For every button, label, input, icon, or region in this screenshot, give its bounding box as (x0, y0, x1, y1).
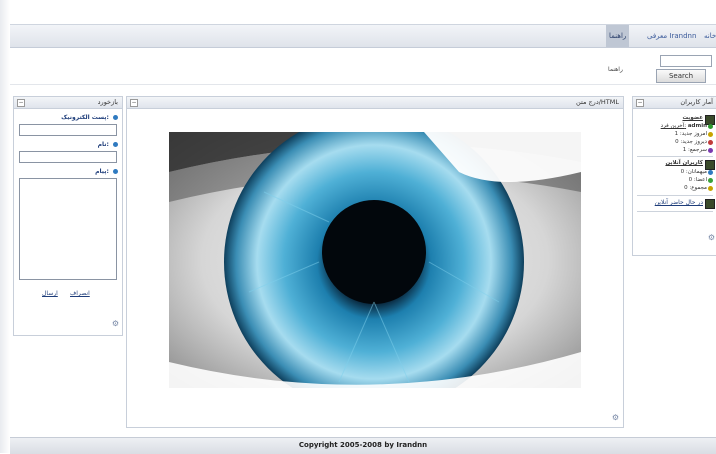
total-users: سرجمع: 1 (682, 147, 707, 153)
section-label: راهنما (608, 66, 623, 73)
user-icon (708, 124, 713, 129)
settings-icon[interactable]: ⚙ (112, 319, 119, 328)
settings-icon[interactable]: ⚙ (708, 233, 715, 242)
user-stats-panel: آمار کاربران − عضویت آخرین فرد: admin ام… (632, 96, 716, 256)
online-now-link[interactable]: در حال حاضر آنلاین (655, 199, 703, 206)
sum-icon (708, 186, 713, 191)
eye-image (169, 132, 581, 388)
panel-title: بازخورد (97, 98, 118, 106)
message-label-text: پیام: (95, 168, 109, 175)
members-heading: عضویت (682, 115, 703, 121)
today-new: امروز جدید: 1 (674, 131, 707, 137)
info-icon (113, 169, 118, 174)
nav-item-help[interactable]: راهنما (606, 25, 630, 47)
page-left-shadow (0, 0, 10, 453)
panel-header: بازخورد − (14, 97, 122, 109)
name-field[interactable] (19, 151, 117, 163)
yesterday-icon (708, 140, 713, 145)
online-now-icon (705, 199, 715, 209)
divider (637, 211, 713, 212)
collapse-icon[interactable]: − (636, 99, 644, 107)
info-icon (113, 142, 118, 147)
sum-count: مجموع: 0 (684, 185, 707, 191)
message-textarea[interactable] (19, 178, 117, 280)
last-user-label: آخرین فرد: (660, 123, 687, 129)
copyright-text: Copyright 2005-2008 by Irandnn (298, 441, 428, 449)
search-input[interactable] (660, 55, 712, 67)
email-label-text: پست الکترونیک: (61, 114, 109, 121)
visitors-count: میهمانان: 0 (680, 169, 707, 175)
members-count: اعضا: 0 (688, 177, 707, 183)
collapse-icon[interactable]: − (17, 99, 25, 107)
nav-item-about[interactable]: معرفی Irandnn (647, 25, 696, 47)
feedback-panel: بازخورد − پست الکترونیک: نام: پیام: ارسا… (13, 96, 123, 336)
settings-icon[interactable]: ⚙ (612, 413, 619, 422)
search-button[interactable]: Search (656, 69, 706, 83)
members-count-icon (708, 178, 713, 183)
panel-header: آمار کاربران − (633, 97, 716, 109)
email-label: پست الکترونیک: (61, 114, 118, 121)
info-icon (113, 115, 118, 120)
divider (637, 195, 713, 196)
panel-title: درج متن/HTML (576, 98, 619, 106)
footer: Copyright 2005-2008 by Irandnn (10, 437, 716, 454)
last-user-value[interactable]: admin (688, 123, 707, 129)
top-strip (0, 0, 716, 13)
online-heading: کاربران آنلاین (665, 160, 703, 166)
divider (637, 156, 713, 157)
clear-link[interactable]: انصراف (70, 290, 90, 297)
collapse-icon[interactable]: − (130, 99, 138, 107)
today-icon (708, 132, 713, 137)
name-label-text: نام: (97, 141, 109, 148)
total-icon (708, 148, 713, 153)
name-label: نام: (98, 141, 118, 148)
visitors-icon (708, 170, 713, 175)
nav-item-home[interactable]: خانه (704, 25, 716, 47)
panel-title: آمار کاربران (680, 98, 713, 106)
html-content-panel: درج متن/HTML − ⚙ (126, 96, 624, 428)
send-link[interactable]: ارسال (42, 290, 58, 297)
last-user-row: آخرین فرد: admin (661, 123, 707, 129)
message-label: پیام: (95, 168, 118, 175)
email-field[interactable] (19, 124, 117, 136)
panel-header: درج متن/HTML − (127, 97, 623, 109)
main-nav-bar: خانه معرفی Irandnn راهنما (10, 24, 716, 48)
header-divider (10, 84, 716, 85)
yesterday-new: دیروز جدید: 0 (675, 139, 707, 145)
